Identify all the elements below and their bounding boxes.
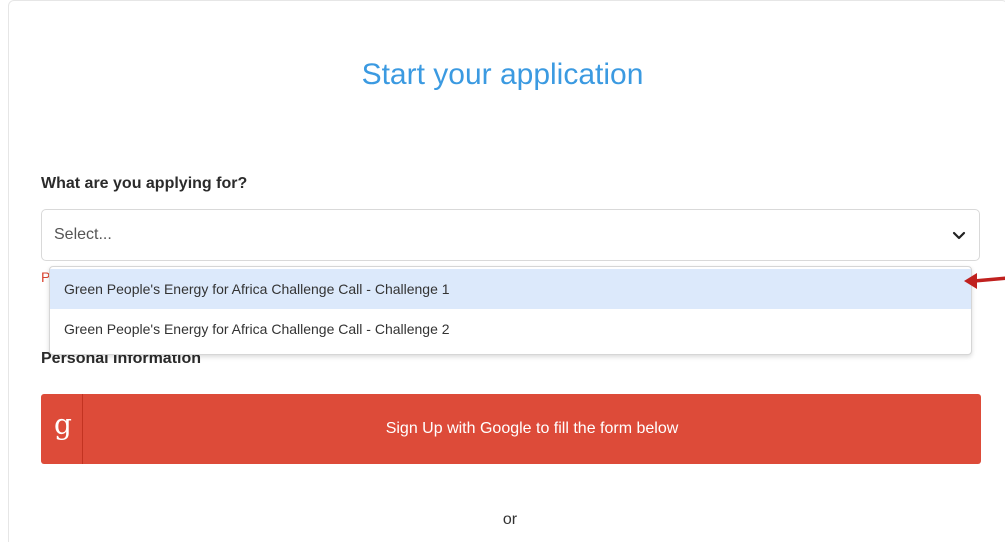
dropdown-option-challenge-1[interactable]: Green People's Energy for Africa Challen… — [50, 269, 971, 309]
google-icon: g — [54, 408, 72, 441]
applying-for-label: What are you applying for? — [41, 175, 248, 192]
annotation-arrow-icon — [964, 273, 1005, 289]
select-dropdown-menu: Green People's Energy for Africa Challen… — [49, 266, 972, 355]
applying-for-select[interactable]: Select... — [41, 209, 980, 261]
page-title: Start your application — [361, 58, 644, 91]
google-icon-container: g — [41, 394, 83, 464]
select-placeholder: Select... — [54, 226, 112, 243]
google-signup-button[interactable]: g Sign Up with Google to fill the form b… — [41, 394, 981, 464]
dropdown-option-challenge-2[interactable]: Green People's Energy for Africa Challen… — [50, 309, 971, 349]
page: Start your application What are you appl… — [0, 0, 1005, 542]
chevron-down-icon[interactable] — [952, 230, 966, 242]
google-signup-label: Sign Up with Google to fill the form bel… — [385, 420, 679, 437]
or-separator: or — [502, 511, 518, 528]
